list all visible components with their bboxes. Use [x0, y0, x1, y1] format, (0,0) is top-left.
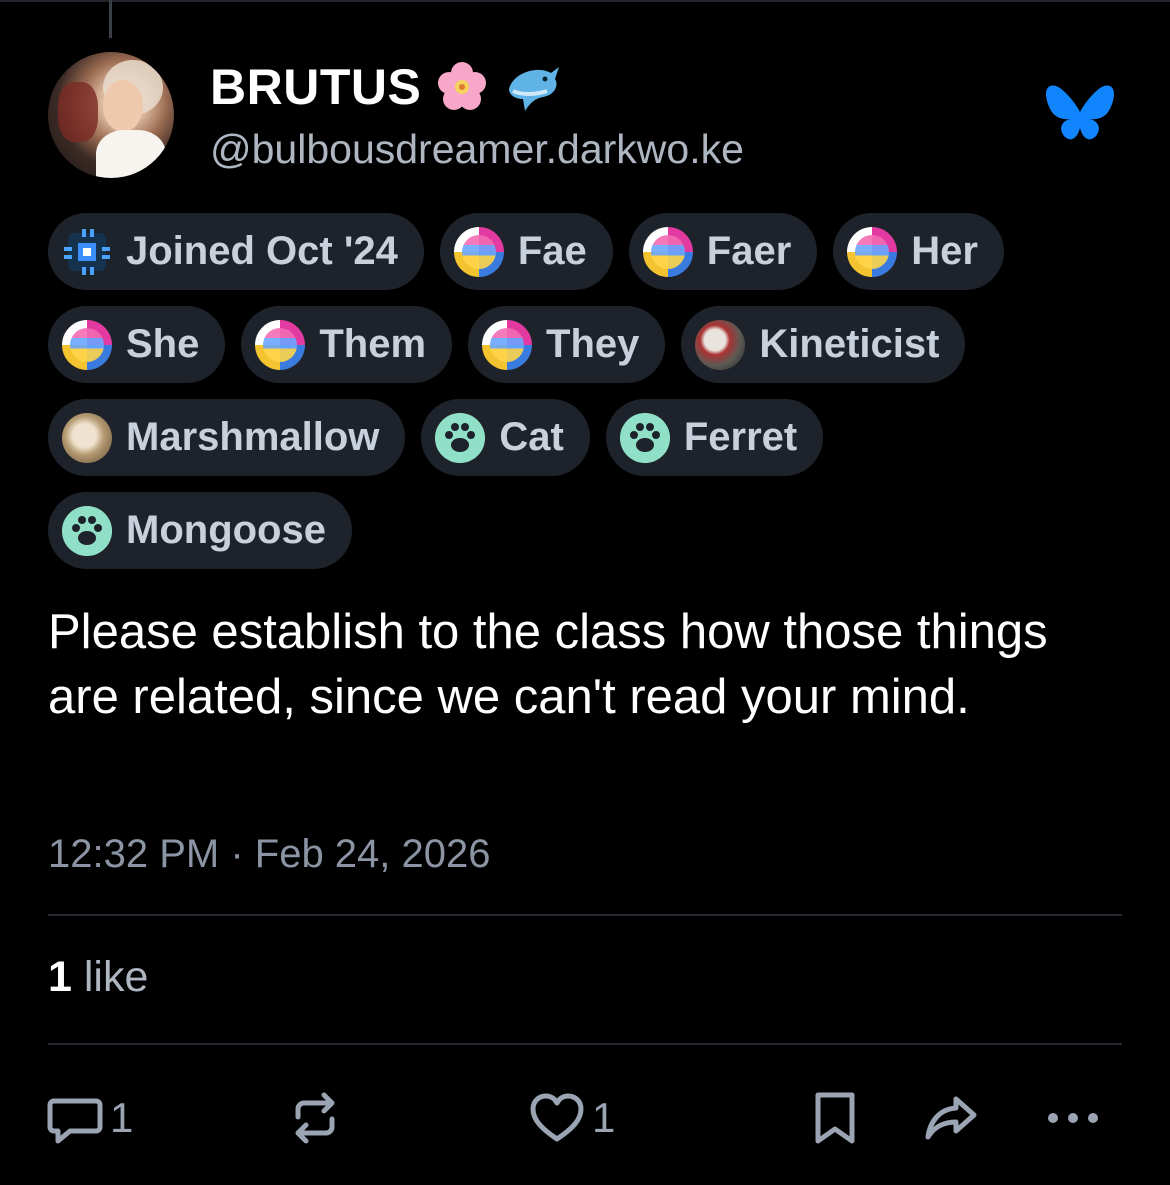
likes-number: 1 [48, 953, 72, 1001]
badge-faer[interactable]: Faer [628, 213, 818, 290]
like-count: 1 [592, 1094, 616, 1141]
post-text: Please establish to the class how those … [48, 605, 1048, 724]
badge-label: She [126, 322, 200, 366]
badge-ferret[interactable]: Ferret [605, 399, 824, 476]
pronoun-flag-icon [482, 319, 533, 370]
badge-label: Joined Oct '24 [126, 229, 398, 273]
badge-kineticist[interactable]: Kineticist [681, 306, 966, 383]
divider [48, 914, 1122, 916]
badge-label: Kineticist [759, 322, 940, 366]
badge-joined[interactable]: Joined Oct '24 [48, 213, 424, 290]
joined-badge-icon [62, 226, 112, 277]
cherry-blossom-icon [431, 59, 493, 115]
divider [48, 1043, 1122, 1045]
reply-button[interactable]: 1 [46, 1090, 133, 1146]
thread-line [109, 0, 112, 38]
likes-count[interactable]: 1 like [48, 953, 148, 1002]
badge-label: Mongoose [126, 508, 326, 552]
display-name-text: BRUTUS [210, 59, 422, 115]
avatar[interactable] [48, 52, 174, 178]
pronoun-flag-icon [255, 319, 306, 370]
badge-marshmallow[interactable]: Marshmallow [48, 399, 406, 476]
badge-mongoose[interactable]: Mongoose [48, 492, 352, 569]
badge-they[interactable]: They [468, 306, 666, 383]
marshmallow-icon [62, 412, 112, 463]
likes-label: like [83, 953, 149, 1001]
badge-label: They [546, 322, 640, 366]
badge-label: Cat [499, 415, 564, 459]
repost-icon [295, 1092, 335, 1144]
badge-cat[interactable]: Cat [421, 399, 590, 476]
repost-button[interactable] [286, 1090, 344, 1146]
badge-fae[interactable]: Fae [439, 213, 613, 290]
more-options-button[interactable] [1044, 1090, 1102, 1146]
badge-label: Them [319, 322, 427, 366]
share-arrow-icon [925, 1096, 977, 1140]
badge-label: Ferret [683, 415, 798, 459]
reply-icon [47, 1098, 103, 1144]
reply-count: 1 [110, 1094, 134, 1141]
pronoun-flag-icon [642, 226, 693, 277]
bookmark-icon [815, 1092, 855, 1144]
top-border [0, 0, 1170, 2]
more-dots-icon [1048, 1113, 1098, 1123]
kineticist-icon [695, 319, 746, 370]
pronoun-flag-icon [847, 226, 898, 277]
bookmark-button[interactable] [806, 1090, 864, 1146]
paw-icon [619, 412, 670, 463]
badge-her[interactable]: Her [833, 213, 1004, 290]
post-timestamp[interactable]: 12:32 PM · Feb 24, 2026 [48, 832, 491, 877]
badge-label: Faer [706, 229, 792, 273]
pronoun-flag-icon [453, 226, 504, 277]
pronoun-flag-icon [62, 319, 112, 370]
badge-she[interactable]: She [48, 306, 226, 383]
dolphin-icon [503, 59, 565, 115]
badge-label: Marshmallow [126, 415, 380, 459]
badge-label: Fae [517, 229, 587, 273]
display-name[interactable]: BRUTUS [210, 58, 565, 116]
heart-icon [530, 1093, 584, 1142]
share-button[interactable] [922, 1090, 980, 1146]
bluesky-butterfly-icon [1046, 85, 1114, 140]
like-button[interactable]: 1 [528, 1090, 615, 1146]
badge-label: Her [911, 229, 978, 273]
profile-badges: Joined Oct '24 Fae Faer Her She Them The… [48, 213, 1128, 585]
handle[interactable]: @bulbousdreamer.darkwo.ke [210, 126, 744, 173]
paw-icon [435, 412, 486, 463]
badge-them[interactable]: Them [241, 306, 453, 383]
paw-icon [62, 505, 112, 556]
